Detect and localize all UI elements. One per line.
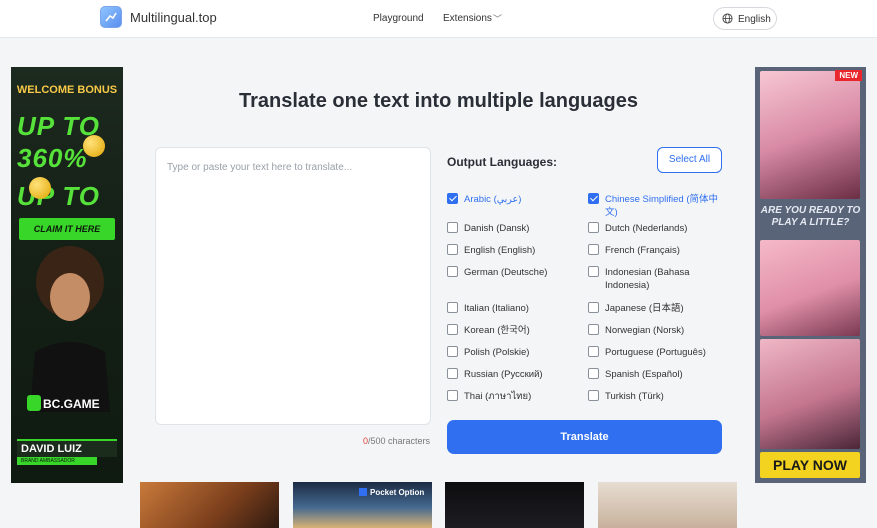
brand-name[interactable]: Multilingual.top	[130, 10, 217, 25]
thumbnail-image[interactable]	[445, 482, 584, 528]
language-checkbox[interactable]	[447, 266, 458, 277]
source-text-input[interactable]: Type or paste your text here to translat…	[155, 147, 431, 425]
input-placeholder: Type or paste your text here to translat…	[167, 162, 353, 173]
language-label: Arabic (عربي)	[464, 194, 522, 205]
ambassador-photo	[30, 246, 110, 412]
language-checkbox[interactable]	[447, 222, 458, 233]
thumbnail-image[interactable]	[140, 482, 279, 528]
character-limit: /500 characters	[367, 436, 430, 446]
language-checkbox[interactable]	[447, 302, 458, 313]
ad-claim-button[interactable]: CLAIM IT HERE	[19, 218, 115, 240]
language-checkbox[interactable]	[588, 266, 599, 277]
globe-icon	[722, 13, 733, 24]
language-label: English (English)	[464, 245, 536, 256]
language-checkbox[interactable]	[588, 222, 599, 233]
language-label: Korean (한국어)	[464, 325, 530, 336]
language-checkbox[interactable]	[588, 346, 599, 357]
thumbnail-label: Pocket Option	[359, 488, 424, 497]
bc-game-logo-icon	[27, 395, 41, 411]
coin-icon	[29, 177, 51, 199]
language-label: Spanish (Español)	[605, 369, 683, 380]
thumbnail-image[interactable]	[598, 482, 737, 528]
ad-amount-text: 360%	[17, 143, 88, 173]
language-checkbox[interactable]	[447, 346, 458, 357]
nav-extensions[interactable]: Extensions	[443, 13, 492, 24]
left-ad-banner[interactable]: WELCOME BONUS UP TO 360% UP TO CLAIM IT …	[11, 67, 123, 483]
language-selector-button[interactable]: English	[713, 7, 777, 30]
ad-ambassador-name: DAVID LUIZ	[17, 439, 117, 457]
language-checkbox[interactable]	[447, 390, 458, 401]
ad-play-now-button[interactable]: PLAY NOW	[760, 452, 860, 478]
language-button-label: English	[738, 14, 771, 25]
language-checkbox[interactable]	[588, 193, 599, 204]
language-label: Indonesian (Bahasa Indonesia)	[605, 267, 690, 291]
language-label: Italian (Italiano)	[464, 303, 529, 314]
language-label: French (Français)	[605, 245, 680, 256]
language-label: Chinese Simplified (简体中文)	[605, 194, 718, 218]
language-label: Dutch (Nederlands)	[605, 223, 688, 234]
language-checkbox[interactable]	[588, 244, 599, 255]
language-label: Japanese (日本語)	[605, 303, 684, 314]
language-checkbox[interactable]	[588, 368, 599, 379]
language-label: German (Deutsche)	[464, 267, 548, 278]
language-label: Danish (Dansk)	[464, 223, 530, 234]
chevron-down-icon[interactable]: ﹀	[493, 12, 502, 25]
ad-image-panel	[760, 339, 860, 449]
ad-image-panel	[760, 71, 860, 199]
translate-button[interactable]: Translate	[447, 420, 722, 454]
language-checkbox[interactable]	[447, 368, 458, 379]
top-header: Multilingual.top Playground Extensions ﹀…	[0, 0, 877, 38]
nav-playground[interactable]: Playground	[373, 13, 424, 24]
language-checkbox[interactable]	[447, 193, 458, 204]
right-ad-banner[interactable]: NEW ARE YOU READY TO PLAY A LITTLE? PLAY…	[755, 67, 866, 483]
ad-image-panel	[760, 240, 860, 336]
ad-ambassador-role: BRAND AMBASSADOR	[17, 457, 97, 465]
select-all-button[interactable]: Select All	[657, 147, 722, 173]
language-label: Portuguese (Português)	[605, 347, 706, 358]
output-languages-label: Output Languages:	[447, 155, 557, 169]
language-label: Norwegian (Norsk)	[605, 325, 685, 336]
ad-new-badge: NEW	[835, 70, 862, 81]
language-label: Turkish (Türk)	[605, 391, 664, 402]
language-checkbox[interactable]	[447, 324, 458, 335]
logo-icon[interactable]	[100, 6, 122, 28]
language-checkbox[interactable]	[588, 324, 599, 335]
language-checkbox[interactable]	[447, 244, 458, 255]
ad-brand: BC.GAME	[43, 397, 100, 411]
language-label: Thai (ภาษาไทย)	[464, 391, 532, 402]
ad-welcome-bonus: WELCOME BONUS	[16, 84, 118, 96]
language-label: Russian (Русский)	[464, 369, 543, 380]
coin-icon	[83, 135, 105, 157]
thumbnail-image[interactable]: Pocket Option	[293, 482, 432, 528]
page-title: Translate one text into multiple languag…	[239, 90, 638, 112]
language-checkbox[interactable]	[588, 390, 599, 401]
language-checkbox[interactable]	[588, 302, 599, 313]
ad-tagline: ARE YOU READY TO PLAY A LITTLE?	[760, 205, 861, 228]
language-label: Polish (Polskie)	[464, 347, 530, 358]
character-counter: 0/500 characters	[300, 436, 430, 446]
